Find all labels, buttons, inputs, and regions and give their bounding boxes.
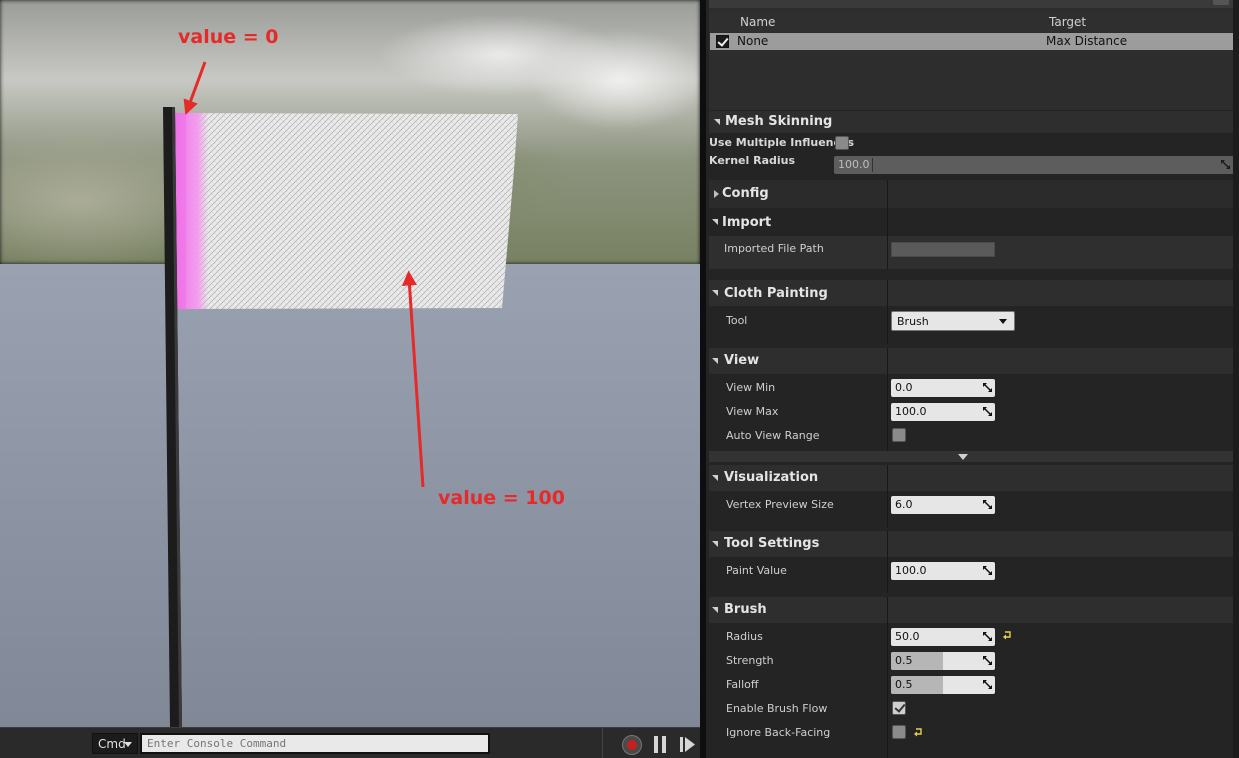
reset-to-default-icon[interactable] bbox=[1003, 631, 1012, 640]
panel-scrollbar[interactable] bbox=[1233, 0, 1239, 758]
chevron-down-icon bbox=[124, 742, 132, 747]
section-title: View bbox=[724, 353, 760, 368]
collapse-icon bbox=[712, 607, 718, 613]
imported-file-path-field[interactable] bbox=[891, 242, 995, 257]
cloth-paint-details-panel: Name Target None Max Distance Mesh Skinn… bbox=[706, 0, 1239, 758]
tool-label: Tool bbox=[726, 314, 748, 327]
auto-view-range-label: Auto View Range bbox=[726, 429, 820, 442]
step-icon[interactable] bbox=[680, 736, 696, 753]
chevron-down-icon bbox=[999, 319, 1007, 324]
spin-arrows-icon bbox=[983, 656, 992, 665]
table-row[interactable]: None Max Distance bbox=[710, 33, 1233, 50]
enable-brush-flow-label: Enable Brush Flow bbox=[726, 702, 828, 715]
cloth-viewport[interactable]: value = 0 value = 100 Cmd bbox=[0, 0, 700, 758]
record-button[interactable] bbox=[622, 735, 642, 755]
annotation-label-bottom: value = 100 bbox=[438, 487, 565, 509]
flag-cloth bbox=[174, 113, 518, 309]
collapse-icon bbox=[712, 290, 718, 296]
strength-label: Strength bbox=[726, 654, 774, 667]
paint-value-input[interactable]: 100.0 bbox=[891, 562, 995, 580]
pause-icon bbox=[654, 736, 658, 753]
section-tool-settings[interactable]: Tool Settings bbox=[709, 531, 1233, 557]
console-command-input[interactable] bbox=[140, 733, 490, 754]
annotation-arrow-top bbox=[183, 61, 207, 116]
advanced-expander[interactable] bbox=[709, 451, 1233, 462]
enable-brush-flow-checkbox[interactable] bbox=[892, 701, 906, 715]
flag-scene bbox=[163, 61, 518, 727]
editor-window: value = 0 value = 100 Cmd Enter Console … bbox=[0, 0, 1239, 758]
spin-arrows-icon bbox=[983, 632, 992, 641]
view-max-label: View Max bbox=[726, 405, 779, 418]
section-import[interactable]: Import bbox=[722, 215, 771, 230]
section-title: Visualization bbox=[724, 470, 819, 485]
masks-table-header: Name Target bbox=[709, 12, 1233, 32]
use-multiple-influences-checkbox[interactable] bbox=[835, 136, 849, 150]
tool-dropdown-value: Brush bbox=[897, 315, 929, 328]
column-header-name[interactable]: Name bbox=[740, 15, 775, 29]
kernel-radius-label: Kernel Radius bbox=[709, 154, 796, 167]
view-max-input[interactable]: 100.0 bbox=[891, 403, 995, 421]
kernel-radius-input[interactable]: 100.0 bbox=[834, 156, 1234, 174]
spin-arrows-icon bbox=[983, 407, 992, 416]
section-visualization[interactable]: Visualization bbox=[709, 465, 1233, 491]
mask-name-cell: None bbox=[737, 34, 769, 48]
spin-arrows-icon bbox=[983, 566, 992, 575]
section-view[interactable]: View bbox=[709, 348, 1233, 374]
collapse-icon bbox=[712, 475, 718, 481]
kernel-radius-value: 100.0 bbox=[838, 158, 870, 171]
spin-arrows-icon bbox=[983, 383, 992, 392]
annotation-label-top: value = 0 bbox=[178, 26, 279, 48]
section-brush[interactable]: Brush bbox=[709, 597, 1233, 623]
cmd-dropdown-label: Cmd bbox=[98, 737, 126, 751]
expand-icon[interactable] bbox=[714, 190, 719, 198]
view-min-label: View Min bbox=[726, 381, 776, 394]
mask-target-cell: Max Distance bbox=[1046, 34, 1128, 48]
strength-slider[interactable]: 0.5 bbox=[891, 652, 995, 670]
section-title: Tool Settings bbox=[724, 536, 820, 551]
falloff-slider[interactable]: 0.5 bbox=[891, 676, 995, 694]
pause-button[interactable] bbox=[654, 736, 668, 753]
spin-arrows-icon bbox=[983, 680, 992, 689]
tool-dropdown[interactable]: Brush bbox=[891, 311, 1015, 331]
radius-label: Radius bbox=[726, 630, 763, 643]
record-icon bbox=[627, 740, 637, 750]
spin-arrows-icon bbox=[983, 500, 992, 509]
section-mesh-skinning[interactable]: Mesh Skinning bbox=[709, 111, 1233, 133]
reset-to-default-icon[interactable] bbox=[914, 728, 923, 737]
section-title: Mesh Skinning bbox=[725, 114, 833, 129]
ignore-back-facing-label: Ignore Back-Facing bbox=[726, 726, 831, 739]
section-title: Brush bbox=[724, 602, 767, 617]
collapse-icon bbox=[712, 541, 718, 547]
collapse-icon bbox=[714, 119, 720, 125]
auto-view-range-checkbox[interactable] bbox=[892, 428, 906, 442]
falloff-label: Falloff bbox=[726, 678, 759, 691]
column-header-target[interactable]: Target bbox=[1049, 15, 1086, 29]
console-bar: Cmd bbox=[0, 727, 700, 758]
imported-file-path-label: Imported File Path bbox=[724, 242, 824, 255]
paint-value-label: Paint Value bbox=[726, 564, 787, 577]
console-divider bbox=[602, 728, 603, 758]
masks-table: Name Target None Max Distance bbox=[709, 0, 1233, 110]
section-title: Cloth Painting bbox=[724, 286, 828, 301]
ignore-back-facing-checkbox[interactable] bbox=[892, 725, 906, 739]
view-min-input[interactable]: 0.0 bbox=[891, 379, 995, 397]
cmd-dropdown[interactable]: Cmd bbox=[92, 733, 138, 754]
vertex-preview-size-input[interactable]: 6.0 bbox=[891, 496, 995, 514]
spin-arrows-icon bbox=[1221, 160, 1230, 169]
section-cloth-painting[interactable]: Cloth Painting bbox=[709, 280, 1233, 306]
vertex-preview-size-label: Vertex Preview Size bbox=[726, 498, 834, 511]
mask-enabled-checkbox[interactable] bbox=[716, 35, 729, 48]
use-multiple-influences-label: Use Multiple Influences bbox=[709, 136, 855, 149]
section-config[interactable]: Config bbox=[722, 186, 769, 201]
radius-input[interactable]: 50.0 bbox=[891, 628, 995, 646]
collapse-icon bbox=[712, 358, 718, 364]
chevron-down-icon[interactable] bbox=[958, 454, 968, 460]
annotation-arrow-bottom bbox=[402, 270, 425, 488]
collapse-icon bbox=[712, 219, 718, 225]
